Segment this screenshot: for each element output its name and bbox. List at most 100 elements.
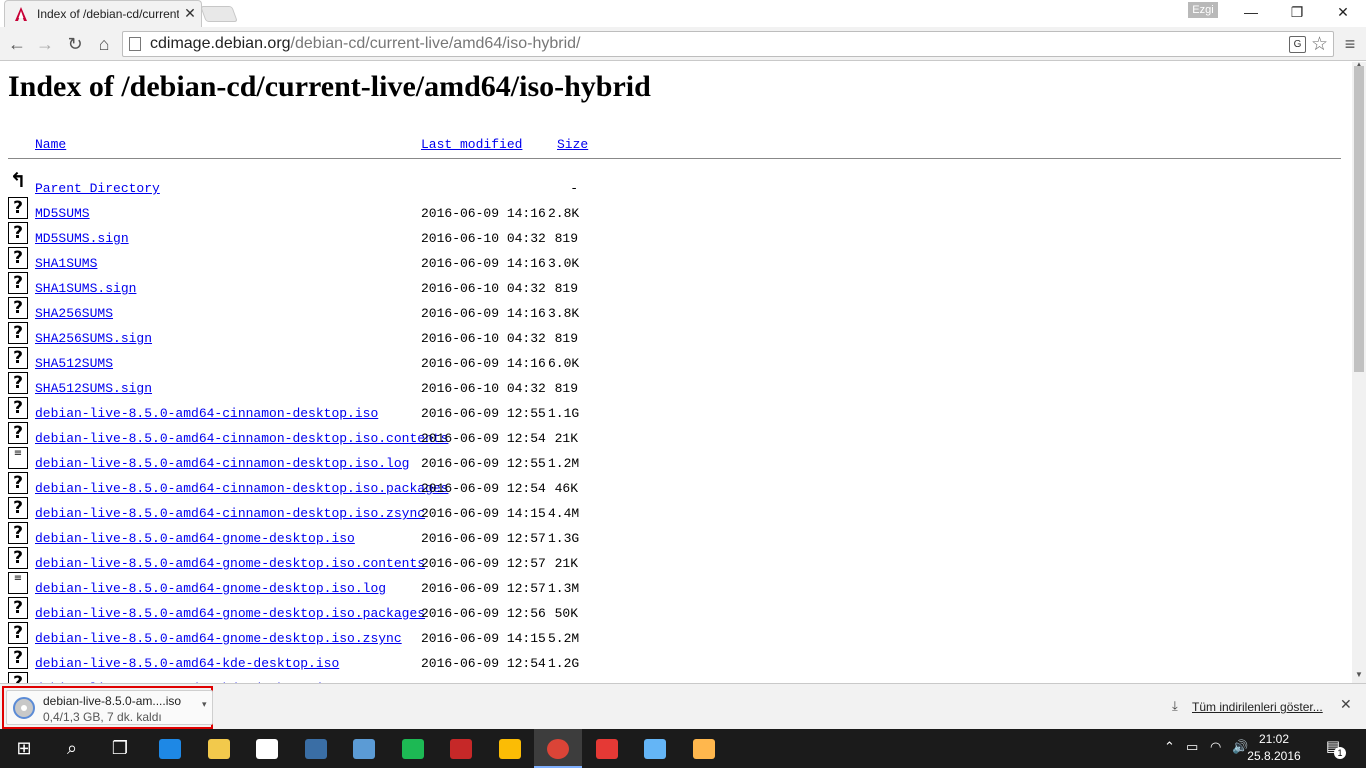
unknown-file-icon: ? [8,547,28,569]
file-link[interactable]: debian-live-8.5.0-amd64-kde-desktop.iso [35,656,339,671]
list-item: ? debian-live-8.5.0-amd64-gnome-desktop.i… [0,547,1352,578]
file-link[interactable]: debian-live-8.5.0-amd64-cinnamon-desktop… [35,481,448,496]
task-view-icon[interactable]: ❐ [96,729,144,768]
show-hidden-icons-icon[interactable]: ⌃ [1164,739,1175,755]
file-size: 2.8K [548,206,580,221]
taskbar-app[interactable] [534,729,582,768]
file-link[interactable]: SHA512SUMS [35,356,113,371]
unknown-file-icon: ? [8,197,28,219]
list-item: ? SHA256SUMS.sign 2016-06-10 04:32 819 [0,322,1352,353]
remote-icon [353,739,375,760]
file-link[interactable]: SHA256SUMS.sign [35,331,152,346]
file-size: 819 [554,281,578,296]
list-item: ? debian-live-8.5.0-amd64-kde-desktop.iso… [0,647,1352,678]
tab-close-icon[interactable]: ✕ [183,6,197,20]
file-link[interactable]: MD5SUMS [35,206,90,221]
file-size: 1.1G [548,406,580,421]
bookmark-star-icon[interactable]: ☆ [1311,33,1328,56]
taskbar-app[interactable] [583,729,631,768]
unknown-file-icon: ? [8,622,28,644]
unknown-file-icon: ? [8,497,28,519]
download-menu-icon[interactable]: ▾ [202,699,207,710]
taskbar-app[interactable] [389,729,437,768]
file-link[interactable]: SHA1SUMS.sign [35,281,136,296]
list-item: ? SHA512SUMS 2016-06-09 14:16 6.0K [0,347,1352,378]
file-link[interactable]: SHA256SUMS [35,306,113,321]
battery-icon[interactable]: ▭ [1186,739,1198,755]
file-size: 819 [554,231,578,246]
taskbar-app[interactable] [146,729,194,768]
reload-button[interactable]: ↻ [63,32,87,56]
taskbar-app[interactable] [243,729,291,768]
download-progress-text: 0,4/1,3 GB, 7 dk. kaldı [43,710,162,724]
sort-by-size-link[interactable]: Size [557,137,588,152]
page-scrollbar[interactable]: ▲ ▼ [1352,60,1366,683]
last-modified: 2016-06-09 14:16 [421,356,546,371]
clock-date[interactable]: 25.8.2016 [1246,749,1302,763]
taskbar-app[interactable] [437,729,485,768]
sort-by-modified-link[interactable]: Last modified [421,137,522,152]
address-bar[interactable]: cdimage.debian.org/debian-cd/current-liv… [122,31,1334,57]
file-link[interactable]: debian-live-8.5.0-amd64-cinnamon-desktop… [35,456,409,471]
file-link[interactable]: debian-live-8.5.0-amd64-cinnamon-desktop… [35,406,378,421]
file-link[interactable]: debian-live-8.5.0-amd64-gnome-desktop.is… [35,631,402,646]
unknown-file-icon: ? [8,222,28,244]
file-link[interactable]: SHA1SUMS [35,256,97,271]
close-shelf-icon[interactable]: ✕ [1340,696,1352,713]
search-icon[interactable]: ⌕ [48,729,96,768]
file-link[interactable]: MD5SUMS.sign [35,231,129,246]
new-tab-button[interactable] [200,6,238,22]
list-item: ? debian-live-8.5.0-amd64-gnome-desktop.i… [0,597,1352,628]
file-size: 5.2M [548,631,580,646]
file-link[interactable]: debian-live-8.5.0-amd64-cinnamon-desktop… [35,431,448,446]
wifi-icon[interactable]: ◠ [1210,739,1221,755]
browser-menu-button[interactable]: ≡ [1340,33,1360,55]
taskbar-app[interactable] [340,729,388,768]
start-button[interactable]: ⊞ [0,729,48,768]
close-window-button[interactable]: ✕ [1320,0,1366,24]
taskbar-app[interactable] [631,729,679,768]
translate-icon[interactable]: G [1289,36,1306,53]
unknown-file-icon: ? [8,522,28,544]
clock-time[interactable]: 21:02 [1254,732,1294,746]
scrollbar-thumb[interactable] [1354,66,1364,372]
taskbar-app[interactable] [292,729,340,768]
page-info-icon[interactable] [129,37,141,51]
last-modified: 2016-06-09 12:54 [421,656,546,671]
file-link[interactable]: debian-live-8.5.0-amd64-gnome-desktop.is… [35,606,425,621]
forward-button[interactable]: → [33,32,57,56]
restore-button[interactable]: ❐ [1274,0,1320,24]
file-link[interactable]: debian-live-8.5.0-amd64-gnome-desktop.is… [35,556,425,571]
sort-by-name-link[interactable]: Name [35,137,66,152]
unknown-file-icon: ? [8,322,28,344]
show-all-downloads-link[interactable]: Tüm indirilenleri göster... [1192,700,1323,714]
home-button[interactable]: ⌂ [92,32,116,56]
unknown-file-icon: ? [8,672,28,683]
file-link[interactable]: debian-live-8.5.0-amd64-cinnamon-desktop… [35,506,425,521]
file-explorer-icon [207,739,230,760]
last-modified: 2016-06-09 12:54 [421,481,546,496]
url-text[interactable]: cdimage.debian.org/debian-cd/current-liv… [150,35,580,53]
file-link[interactable]: debian-live-8.5.0-amd64-gnome-desktop.is… [35,581,386,596]
unknown-file-icon: ? [8,647,28,669]
profile-badge[interactable]: Ezgi [1188,2,1218,18]
taskbar-app[interactable] [195,729,243,768]
file-link[interactable]: Parent Directory [35,181,160,196]
file-link[interactable]: SHA512SUMS.sign [35,381,152,396]
notification-count: 1 [1334,747,1346,759]
minimize-button[interactable]: — [1228,0,1274,24]
last-modified: 2016-06-09 12:57 [421,531,546,546]
unknown-file-icon: ? [8,397,28,419]
last-modified: 2016-06-09 12:57 [421,556,546,571]
back-arrow-icon: ↰ [8,168,28,192]
file-link[interactable]: debian-live-8.5.0-amd64-gnome-desktop.is… [35,531,355,546]
store-icon [256,739,278,760]
browser-tab[interactable]: Index of /debian-cd/current-live/amd64/i… [4,0,202,27]
taskbar-app[interactable] [680,729,728,768]
file-size: 21K [554,556,578,571]
page-content: Index of /debian-cd/current-live/amd64/i… [0,62,1352,683]
scroll-down-icon[interactable]: ▼ [1355,670,1363,679]
back-button[interactable]: ← [5,32,29,56]
taskbar-app[interactable] [486,729,534,768]
download-item[interactable]: debian-live-8.5.0-am....iso 0,4/1,3 GB, … [6,690,213,725]
